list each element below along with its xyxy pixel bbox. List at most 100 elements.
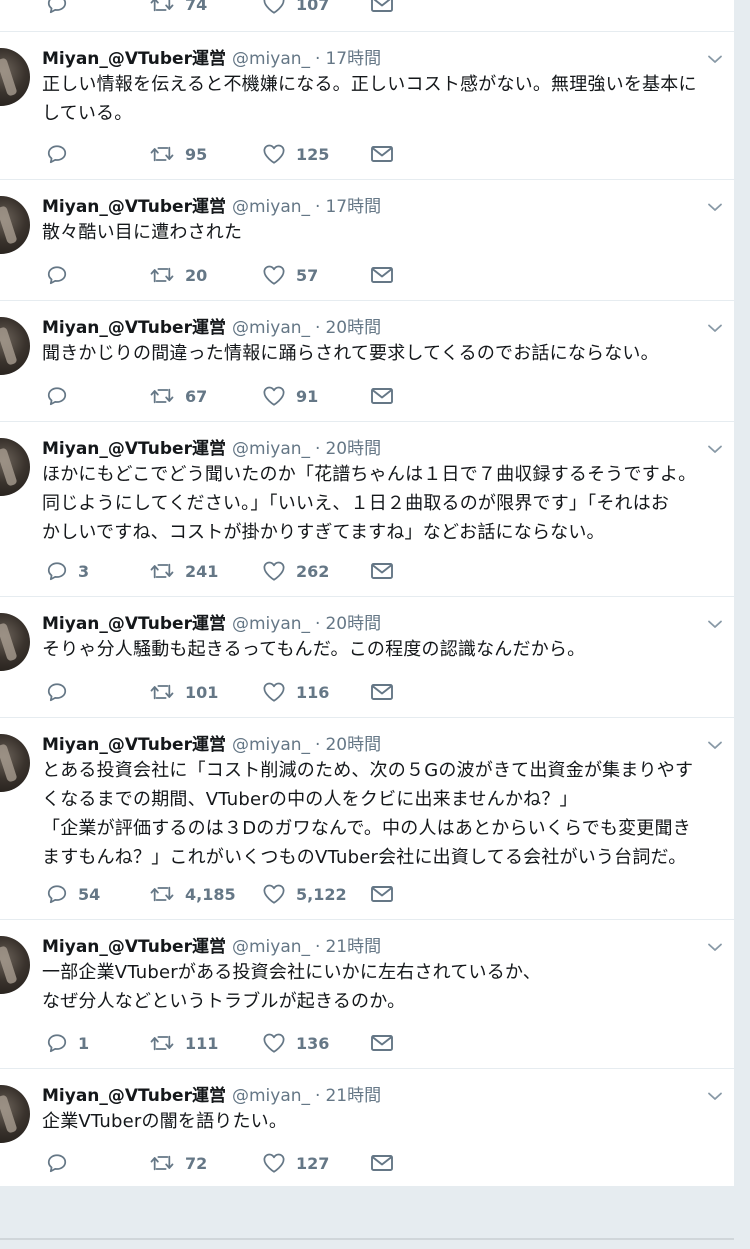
tweet-item[interactable]: Miyan_@VTuber運営 @miyan_ · 20時間 そりゃ分人騒動も起きるって… xyxy=(0,597,734,718)
like-button[interactable]: 57 xyxy=(262,263,318,287)
author-name[interactable]: Miyan_@VTuber運営 xyxy=(42,434,226,459)
tweet-actions: 54 4,185 5,122 xyxy=(46,882,446,906)
like-button[interactable]: 136 xyxy=(262,1031,329,1055)
tweet-header: Miyan_@VTuber運営 @miyan_ · 20時間 xyxy=(42,313,381,338)
dm-button[interactable] xyxy=(370,1031,394,1055)
tweet-item[interactable]: Miyan_@VTuber運営 @miyan_ · 17時間 散々酷い目に遭わされた 20… xyxy=(0,180,734,301)
reply-button[interactable]: 54 xyxy=(46,882,100,906)
chevron-down-icon[interactable] xyxy=(706,198,724,216)
like-button[interactable]: 5,122 xyxy=(262,882,347,906)
dm-button[interactable] xyxy=(370,559,394,583)
author-name[interactable]: Miyan_@VTuber運営 xyxy=(42,1081,226,1106)
author-name[interactable]: Miyan_@VTuber運営 xyxy=(42,44,226,69)
retweet-button[interactable]: 95 xyxy=(149,142,207,166)
envelope-icon xyxy=(370,144,394,164)
like-button[interactable]: 116 xyxy=(262,680,329,704)
reply-button[interactable] xyxy=(46,263,78,287)
dm-button[interactable] xyxy=(370,882,394,906)
tweet-item[interactable]: Miyan_@VTuber運営 @miyan_ · 21時間 企業VTuberの闇を語り… xyxy=(0,1069,734,1187)
like-button[interactable]: 127 xyxy=(262,1151,329,1175)
chevron-down-icon[interactable] xyxy=(706,50,724,68)
tweet-item[interactable]: Miyan_@VTuber運営 @miyan_ · 20時間 聞きかじりの間違った情報に… xyxy=(0,301,734,422)
chevron-down-icon[interactable] xyxy=(706,440,724,458)
tweet-item[interactable]: Miyan_@VTuber運営 @miyan_ · 20時間 とある投資会社に「コスト削… xyxy=(0,718,734,920)
author-name[interactable]: Miyan_@VTuber運営 xyxy=(42,313,226,338)
retweet-button[interactable]: 74 xyxy=(149,0,207,16)
author-name[interactable]: Miyan_@VTuber運営 xyxy=(42,192,226,217)
chevron-down-icon[interactable] xyxy=(706,615,724,633)
tweet-timestamp[interactable]: 20時間 xyxy=(325,313,381,338)
author-name[interactable]: Miyan_@VTuber運営 xyxy=(42,730,226,755)
author-name[interactable]: Miyan_@VTuber運営 xyxy=(42,609,226,634)
reply-button[interactable] xyxy=(46,142,78,166)
reply-count: 1 xyxy=(78,1033,90,1053)
author-handle[interactable]: @miyan_ xyxy=(232,197,310,217)
tweet-timeline: 74 107 Miyan_@VTuber運営 @miyan_ · 17時間 正しい情報を伝え… xyxy=(0,0,734,1187)
dm-button[interactable] xyxy=(370,0,394,16)
avatar[interactable] xyxy=(0,48,30,106)
retweet-button[interactable]: 20 xyxy=(149,263,207,287)
retweet-button[interactable]: 111 xyxy=(149,1031,218,1055)
author-handle[interactable]: @miyan_ xyxy=(232,318,310,338)
retweet-button[interactable]: 101 xyxy=(149,680,218,704)
reply-button[interactable] xyxy=(46,680,78,704)
reply-button[interactable] xyxy=(46,384,78,408)
tweet-item[interactable]: Miyan_@VTuber運営 @miyan_ · 21時間 一部企業VTuberがある… xyxy=(0,920,734,1069)
separator-dot: · xyxy=(315,1086,321,1106)
chevron-down-icon[interactable] xyxy=(706,1087,724,1105)
author-handle[interactable]: @miyan_ xyxy=(232,49,310,69)
tweet-timestamp[interactable]: 20時間 xyxy=(325,434,381,459)
tweet-item[interactable]: Miyan_@VTuber運営 @miyan_ · 17時間 正しい情報を伝えると不機嫌… xyxy=(0,32,734,180)
like-button[interactable]: 107 xyxy=(262,0,329,16)
retweet-button[interactable]: 4,185 xyxy=(149,882,236,906)
retweet-count: 101 xyxy=(185,682,219,702)
scroll-gutter xyxy=(734,0,750,1249)
retweet-button[interactable]: 67 xyxy=(149,384,207,408)
author-handle[interactable]: @miyan_ xyxy=(232,937,310,957)
tweet-partial: 74 107 xyxy=(0,0,734,32)
author-handle[interactable]: @miyan_ xyxy=(232,735,310,755)
dm-button[interactable] xyxy=(370,1151,394,1175)
reply-button[interactable]: 1 xyxy=(46,1031,89,1055)
like-button[interactable]: 125 xyxy=(262,142,329,166)
retweet-button[interactable]: 241 xyxy=(149,559,218,583)
like-count: 5,122 xyxy=(296,884,347,904)
chevron-down-icon[interactable] xyxy=(706,938,724,956)
avatar[interactable] xyxy=(0,734,30,792)
tweet-timestamp[interactable]: 17時間 xyxy=(325,44,381,69)
dm-button[interactable] xyxy=(370,680,394,704)
author-handle[interactable]: @miyan_ xyxy=(232,614,310,634)
tweet-timestamp[interactable]: 21時間 xyxy=(325,1081,381,1106)
dm-button[interactable] xyxy=(370,263,394,287)
author-handle[interactable]: @miyan_ xyxy=(232,439,310,459)
chevron-down-icon[interactable] xyxy=(706,736,724,754)
avatar[interactable] xyxy=(0,317,30,375)
like-button[interactable]: 91 xyxy=(262,384,318,408)
retweet-button[interactable]: 72 xyxy=(149,1151,207,1175)
chevron-down-icon[interactable] xyxy=(706,319,724,337)
avatar[interactable] xyxy=(0,196,30,254)
avatar[interactable] xyxy=(0,613,30,671)
avatar[interactable] xyxy=(0,1085,30,1143)
tweet-item[interactable]: Miyan_@VTuber運営 @miyan_ · 20時間 ほかにもどこでどう聞いたの… xyxy=(0,422,734,597)
like-button[interactable]: 262 xyxy=(262,559,329,583)
tweet-actions: 95 125 xyxy=(46,142,446,166)
separator-dot: · xyxy=(315,318,321,338)
author-handle[interactable]: @miyan_ xyxy=(232,1086,310,1106)
tweet-timestamp[interactable]: 20時間 xyxy=(325,730,381,755)
like-count: 125 xyxy=(296,144,330,164)
author-name[interactable]: Miyan_@VTuber運営 xyxy=(42,932,226,957)
reply-button[interactable] xyxy=(46,1151,78,1175)
reply-button[interactable]: 3 xyxy=(46,559,89,583)
retweet-icon xyxy=(149,385,175,407)
tweet-timestamp[interactable]: 17時間 xyxy=(325,192,381,217)
separator-dot: · xyxy=(315,439,321,459)
reply-button[interactable] xyxy=(46,0,78,16)
avatar[interactable] xyxy=(0,936,30,994)
tweet-timestamp[interactable]: 21時間 xyxy=(325,932,381,957)
dm-button[interactable] xyxy=(370,142,394,166)
dm-button[interactable] xyxy=(370,384,394,408)
avatar[interactable] xyxy=(0,438,30,496)
tweet-timestamp[interactable]: 20時間 xyxy=(325,609,381,634)
tweet-text: 散々酷い目に遭わされた xyxy=(42,222,243,243)
